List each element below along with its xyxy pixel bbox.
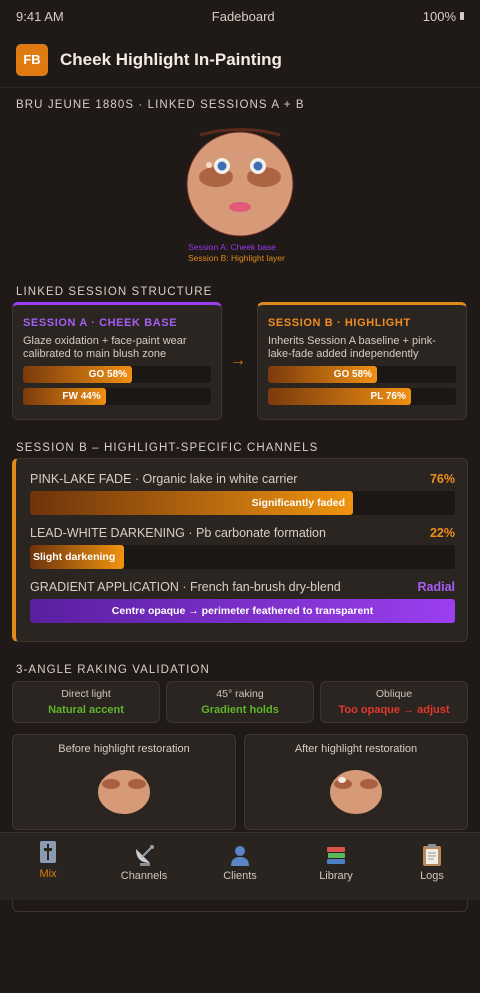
clipboard-icon: [419, 843, 445, 867]
session-a-bar-fw-fill: FW 44%: [23, 388, 106, 405]
channel-lead-white-name: LEAD-WHITE DARKENING · Pb carbonate form…: [30, 526, 326, 540]
channel-lead-white-row: LEAD-WHITE DARKENING · Pb carbonate form…: [30, 525, 455, 541]
page-title: Cheek Highlight In-Painting: [60, 49, 282, 69]
before-restoration-label: Before highlight restoration: [58, 743, 190, 755]
session-b-bar-pl: PL 76%: [268, 388, 456, 405]
channel-pink-lake-slider[interactable]: Significantly faded: [30, 491, 455, 515]
session-b-description: Inherits Session A baseline + pink-lake-…: [268, 335, 436, 360]
channels-card: PINK-LAKE FADE · Organic lake in white c…: [12, 458, 468, 642]
tab-clients[interactable]: Clients: [192, 833, 288, 900]
validation-section-label: 3-ANGLE RAKING VALIDATION: [16, 664, 210, 676]
structure-section-label: LINKED SESSION STRUCTURE: [16, 286, 213, 298]
angle-raking-name: 45° raking: [216, 688, 264, 700]
legend-session-a: Session A: Cheek base: [188, 242, 276, 252]
battery-icon: [460, 12, 464, 20]
channel-lead-white-value: 22%: [429, 526, 455, 540]
after-restoration-label: After highlight restoration: [294, 743, 418, 755]
face-shape: [186, 131, 294, 237]
battery-label: 100%: [422, 8, 456, 24]
angle-direct-name: Direct light: [61, 688, 111, 700]
tab-bar: Mix Channels Clients Library Logs: [0, 832, 480, 900]
channel-gradient-bar[interactable]: Centre opaque → perimeter feathered to t…: [30, 599, 455, 623]
channels-section-label: SESSION B – HIGHLIGHT-SPECIFIC CHANNELS: [16, 442, 319, 454]
cheek-highlight-dot: [206, 162, 212, 168]
angle-card-direct[interactable]: Direct light Natural accent: [12, 681, 160, 723]
books-icon: [323, 843, 349, 867]
tab-mix[interactable]: Mix: [0, 833, 96, 900]
tab-library[interactable]: Library: [288, 833, 384, 900]
session-a-bar-go: GO 58%: [23, 366, 211, 383]
angle-raking-status: Gradient holds: [201, 704, 279, 716]
session-b-title: SESSION B · HIGHLIGHT: [268, 317, 411, 329]
tab-library-label: Library: [319, 870, 353, 882]
arrow-right-icon: →: [230, 352, 246, 369]
session-b-bar-go-fill: GO 58%: [268, 366, 378, 383]
status-bar: 9:41 AM Fadeboard 100%: [0, 0, 480, 32]
before-face-thumbnail: [98, 770, 150, 814]
angle-card-oblique[interactable]: Oblique Too opaque → adjust: [320, 681, 468, 723]
session-a-title: SESSION A · CHEEK BASE: [23, 317, 178, 329]
mouth: [229, 202, 251, 212]
right-iris: [253, 161, 263, 171]
after-restoration-card: After highlight restoration: [244, 734, 468, 830]
left-iris: [217, 161, 227, 171]
app-header: FB Cheek Highlight In-Painting: [0, 32, 480, 88]
session-a-bar-fw: FW 44%: [23, 388, 211, 405]
angle-direct-status: Natural accent: [48, 704, 124, 716]
channel-lead-white-fill: Slight darkening: [30, 545, 124, 569]
status-battery: 100%: [423, 9, 464, 24]
channel-gradient-value: Radial: [417, 580, 455, 594]
satellite-dish-icon: [131, 843, 157, 867]
tab-logs[interactable]: Logs: [384, 833, 480, 900]
person-icon: [227, 843, 253, 867]
session-b-card[interactable]: SESSION B · HIGHLIGHT Inherits Session A…: [257, 302, 467, 420]
angle-oblique-name: Oblique: [375, 688, 413, 700]
after-face-thumbnail: [330, 770, 382, 814]
tab-mix-label: Mix: [39, 868, 57, 880]
tab-channels[interactable]: Channels: [96, 833, 192, 900]
channel-pink-lake-row: PINK-LAKE FADE · Organic lake in white c…: [30, 471, 455, 487]
status-time: 9:41 AM: [16, 8, 64, 24]
angle-oblique-status: Too opaque → adjust: [338, 704, 450, 716]
legend-session-b: Session B: Highlight layer: [188, 253, 285, 263]
session-a-bar-go-fill: GO 58%: [23, 366, 133, 383]
channel-pink-lake-value: 76%: [429, 472, 455, 486]
mix-icon: [35, 841, 61, 865]
session-a-card[interactable]: SESSION A · CHEEK BASE Glaze oxidation +…: [12, 302, 222, 420]
channel-pink-lake-fill: Significantly faded: [30, 491, 353, 515]
before-restoration-card: Before highlight restoration: [12, 734, 236, 830]
channel-gradient-row: GRADIENT APPLICATION · French fan-brush …: [30, 579, 455, 595]
app-logo-badge[interactable]: FB: [16, 43, 48, 76]
session-b-bar-pl-fill: PL 76%: [268, 388, 411, 405]
channel-gradient-name: GRADIENT APPLICATION · French fan-brush …: [30, 580, 341, 594]
session-b-bar-go: GO 58%: [268, 366, 456, 383]
tab-clients-label: Clients: [223, 870, 257, 882]
channel-pink-lake-name: PINK-LAKE FADE · Organic lake in white c…: [30, 472, 298, 486]
tab-channels-label: Channels: [120, 870, 168, 882]
channel-lead-white-slider[interactable]: Slight darkening: [30, 545, 455, 569]
doll-section-label: BRU JEUNE 1880S · LINKED SESSIONS A + B: [16, 99, 305, 111]
session-a-description: Glaze oxidation + face-paint wear calibr…: [23, 335, 187, 360]
angle-card-raking[interactable]: 45° raking Gradient holds: [166, 681, 314, 723]
tab-logs-label: Logs: [420, 870, 444, 882]
status-carrier: Fadeboard: [211, 8, 275, 24]
